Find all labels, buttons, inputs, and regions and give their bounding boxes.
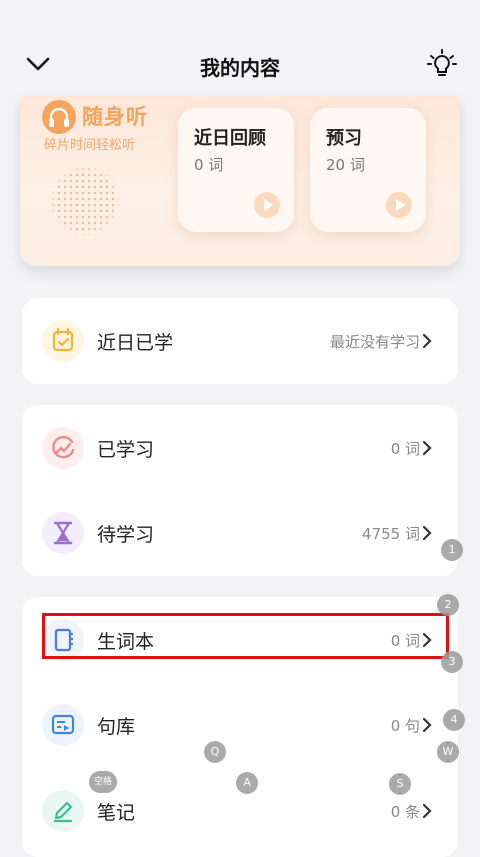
key-hint-4: 4 — [443, 709, 465, 731]
list-item-sentences[interactable]: 句库 0 句 — [22, 682, 458, 768]
key-hint-s: S — [389, 773, 411, 795]
chevron-right-icon — [422, 333, 432, 349]
study-card: 已学习 0 词 待学习 4755 词 — [22, 405, 458, 576]
brand-name: 随身听 — [82, 105, 148, 129]
preview-card-title: 预习 — [326, 128, 362, 149]
top-bar — [0, 0, 480, 100]
chevron-right-icon — [422, 717, 432, 733]
review-card[interactable]: 近日回顾 0 词 — [178, 108, 294, 232]
headphones-icon — [42, 100, 76, 134]
recent-label: 近日已学 — [97, 332, 174, 354]
progress-chart-icon — [42, 427, 84, 469]
page-title: 我的内容 — [200, 56, 280, 80]
lightbulb-icon[interactable] — [426, 48, 458, 80]
pen-icon — [42, 790, 84, 832]
key-hint-2: 2 — [437, 594, 459, 616]
play-icon[interactable] — [386, 192, 412, 218]
list-item-pending[interactable]: 待学习 4755 词 — [22, 490, 458, 576]
list-item-recent[interactable]: 近日已学 最近没有学习 — [22, 298, 458, 384]
list-item-learned[interactable]: 已学习 0 词 — [22, 405, 458, 491]
key-hint-q: Q — [204, 741, 226, 763]
key-hint-3: 3 — [441, 651, 463, 673]
chevron-right-icon — [422, 803, 432, 819]
notes-value: 0 条 — [390, 803, 420, 821]
recent-card: 近日已学 最近没有学习 — [22, 298, 458, 384]
hourglass-icon — [42, 512, 84, 554]
preview-card[interactable]: 预习 20 词 — [310, 108, 426, 232]
selection-highlight — [42, 613, 449, 659]
notes-label: 笔记 — [97, 802, 136, 824]
sentences-label: 句库 — [97, 716, 136, 738]
play-icon[interactable] — [254, 192, 280, 218]
key-hint-space: 空格 — [89, 771, 117, 793]
chevron-right-icon — [422, 440, 432, 456]
review-card-title: 近日回顾 — [194, 128, 266, 149]
key-hint-a: A — [236, 772, 258, 794]
key-hint-1: 1 — [441, 539, 463, 561]
sentences-value: 0 句 — [390, 717, 420, 735]
key-hint-w: W — [437, 741, 459, 763]
brand-subtitle: 碎片时间轻松听 — [44, 138, 136, 153]
preview-card-count: 20 词 — [326, 156, 365, 174]
pending-label: 待学习 — [97, 524, 155, 546]
calendar-check-icon — [42, 320, 84, 362]
review-card-count: 0 词 — [194, 156, 224, 174]
chevron-right-icon — [422, 525, 432, 541]
pending-value: 4755 词 — [362, 525, 420, 543]
learned-label: 已学习 — [97, 439, 155, 461]
dot-sphere-decoration — [50, 166, 120, 236]
sentence-player-icon — [42, 704, 84, 746]
audio-banner[interactable]: 随身听 碎片时间轻松听 近日回顾 0 词 预习 20 词 — [20, 96, 460, 266]
recent-value: 最近没有学习 — [329, 333, 420, 351]
learned-value: 0 词 — [390, 440, 420, 458]
